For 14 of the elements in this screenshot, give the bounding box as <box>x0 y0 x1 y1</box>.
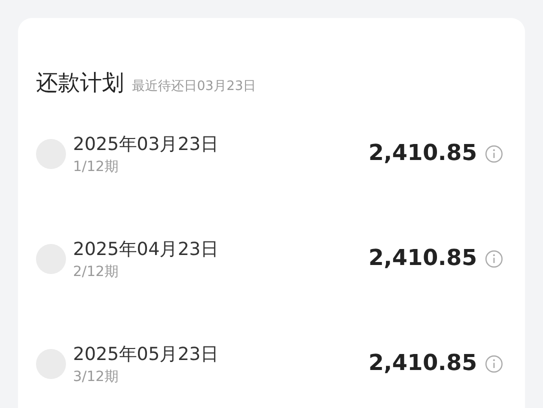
installment-number: 2/12期 <box>73 262 120 280</box>
info-icon[interactable] <box>485 144 503 162</box>
installment-number: 3/12期 <box>73 368 120 386</box>
due-date: 2025年04月23日 <box>73 238 220 260</box>
installment-number: 1/12期 <box>73 158 120 176</box>
info-icon[interactable] <box>485 250 503 268</box>
amount: 2,410.85 <box>368 246 477 271</box>
due-date: 2025年05月23日 <box>73 342 220 366</box>
info-icon[interactable] <box>485 354 503 372</box>
next-due-date: 最近待还日03月23日 <box>132 78 256 95</box>
due-date: 2025年03月23日 <box>73 132 220 156</box>
amount: 2,410.85 <box>368 141 477 166</box>
section-title: 还款计划 <box>36 70 124 98</box>
amount: 2,410.85 <box>368 351 477 376</box>
